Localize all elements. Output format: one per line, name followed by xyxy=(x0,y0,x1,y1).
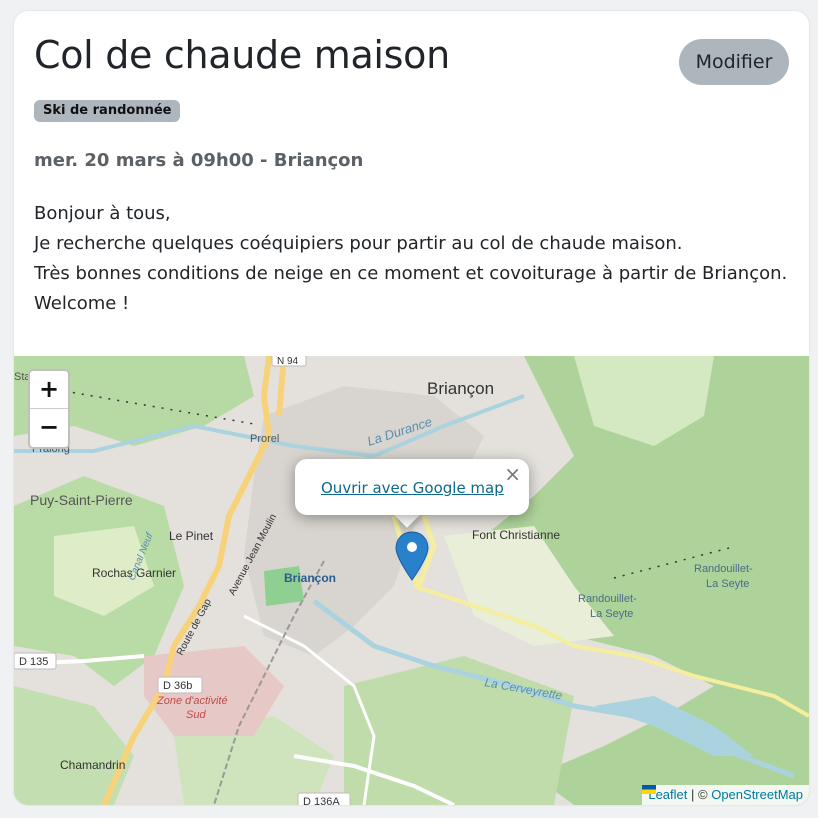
event-date-location: mer. 20 mars à 09h00 - Briançon xyxy=(34,150,364,171)
map-label: Briançon xyxy=(427,379,494,398)
map-label: Briançon xyxy=(284,571,336,585)
road-shield: D 36b xyxy=(163,680,192,692)
edit-button[interactable]: Modifier xyxy=(679,39,789,85)
description-line: Très bonnes conditions de neige en ce mo… xyxy=(34,263,788,284)
map-popup: Ouvrir avec Google map × xyxy=(295,459,529,515)
zoom-control: + − xyxy=(28,369,70,449)
activity-badge: Ski de randonnée xyxy=(34,100,181,122)
map-label: La Seyte xyxy=(706,578,749,590)
description-line: Bonjour à tous, xyxy=(34,203,171,224)
map-label: Randouillet- xyxy=(578,593,637,605)
map-label: Prorel xyxy=(250,433,279,445)
map-tiles[interactable]: Briançon La Durance Puy-Saint-Pierre Pro… xyxy=(14,356,809,805)
map[interactable]: Briançon La Durance Puy-Saint-Pierre Pro… xyxy=(14,356,809,805)
attribution-separator: | © xyxy=(691,787,708,802)
map-label: La Seyte xyxy=(590,608,633,620)
map-label: Le Pinet xyxy=(169,529,214,543)
map-label: Randouillet- xyxy=(694,563,753,575)
openstreetmap-link[interactable]: OpenStreetMap xyxy=(711,787,803,802)
road-shield: D 135 xyxy=(19,656,48,668)
map-attribution: Leaflet | © OpenStreetMap xyxy=(642,785,809,805)
page-title: Col de chaude maison xyxy=(34,33,450,77)
zoom-out-button[interactable]: − xyxy=(30,409,68,446)
road-shield: D 136A xyxy=(303,796,340,805)
event-description: Bonjour à tous, Je recherche quelques co… xyxy=(34,199,804,319)
road-shield: N 94 xyxy=(277,356,299,367)
map-label: Font Christianne xyxy=(472,528,560,542)
google-map-link[interactable]: Ouvrir avec Google map xyxy=(321,479,504,497)
close-icon[interactable]: × xyxy=(504,464,521,484)
map-label: Zone d'activité xyxy=(156,695,228,707)
description-line: Je recherche quelques coéquipiers pour p… xyxy=(34,233,683,254)
map-label: Puy-Saint-Pierre xyxy=(30,492,133,508)
event-card: Col de chaude maison Modifier Ski de ran… xyxy=(14,11,809,805)
map-label: Chamandrin xyxy=(60,758,125,772)
map-label: Sud xyxy=(186,709,206,721)
zoom-in-button[interactable]: + xyxy=(30,371,68,409)
description-line: Welcome ! xyxy=(34,293,130,314)
ukraine-flag-icon xyxy=(642,785,657,794)
